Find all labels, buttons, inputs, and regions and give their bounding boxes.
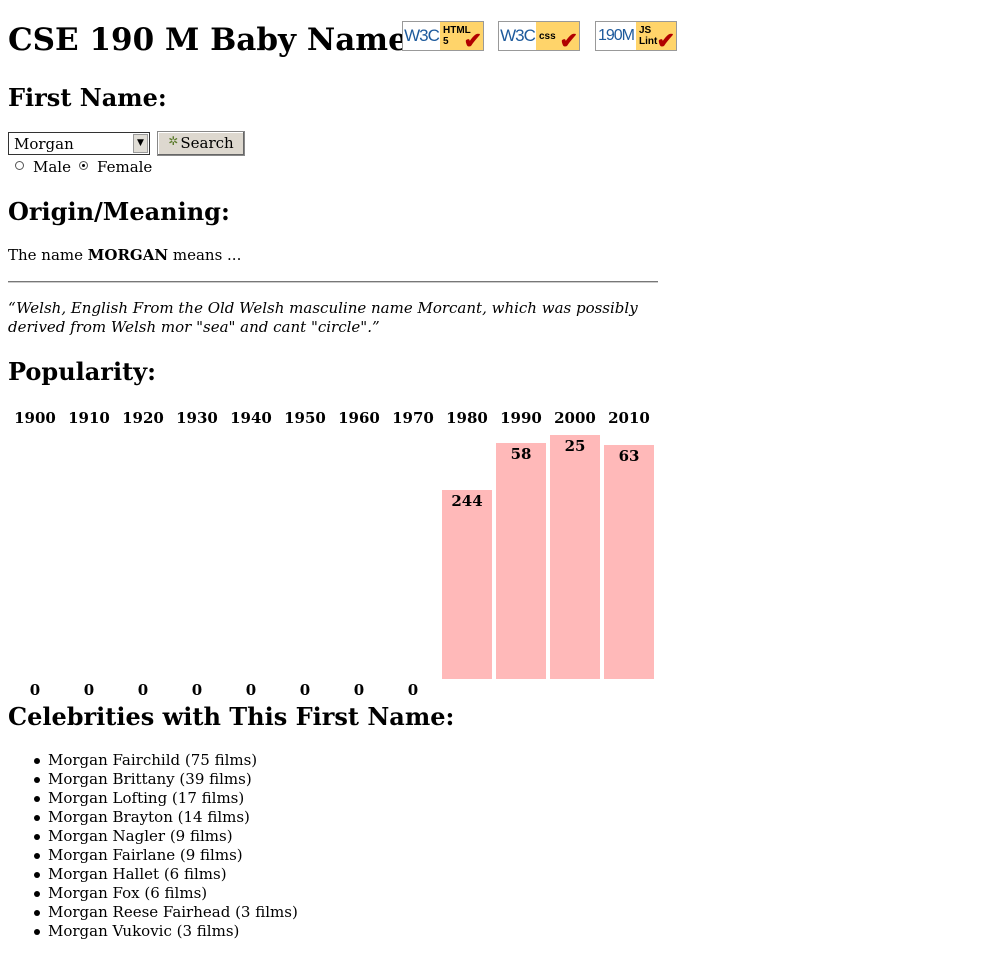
celebrity-item: Morgan Brayton (14 films) — [34, 808, 298, 827]
year-label: 1930 — [176, 409, 218, 427]
name-select[interactable]: Morgan ▼ — [8, 132, 150, 155]
bar-value-label: 25 — [564, 437, 586, 455]
celebrity-item: Morgan Fairlane (9 films) — [34, 846, 298, 865]
meaning-quote: “Welsh, English From the Old Welsh mascu… — [8, 299, 638, 336]
celebrity-item: Morgan Vukovic (3 films) — [34, 922, 298, 941]
year-label: 2000 — [554, 409, 596, 427]
bar-value-label: 58 — [510, 445, 532, 463]
male-radio[interactable] — [15, 161, 24, 170]
meaning-name: MORGAN — [87, 246, 169, 264]
chevron-down-icon[interactable]: ▼ — [133, 134, 148, 153]
name-select-value: Morgan — [14, 135, 74, 153]
meaning-prefix: The name — [8, 246, 88, 264]
year-label: 1910 — [68, 409, 110, 427]
celebrity-item: Morgan Nagler (9 films) — [34, 827, 298, 846]
bar-value-label: 244 — [451, 492, 483, 510]
cse190m-logo-icon: 190M — [597, 27, 635, 44]
bar-value-label: 0 — [29, 681, 41, 699]
popularity-bar — [550, 435, 600, 679]
checkmark-icon: ✔ — [463, 28, 482, 51]
popularity-bar — [604, 445, 654, 679]
bar-value-label: 0 — [353, 681, 365, 699]
year-label: 1970 — [392, 409, 434, 427]
checkmark-icon: ✔ — [656, 28, 675, 51]
meaning-suffix: means ... — [168, 246, 242, 264]
popularity-heading: Popularity: — [8, 357, 156, 386]
bar-value-label: 0 — [299, 681, 311, 699]
search-button-label: Search — [180, 134, 234, 152]
celebrities-list: Morgan Fairchild (75 films) Morgan Britta… — [34, 751, 298, 941]
year-label: 1900 — [14, 409, 56, 427]
w3c-logo-icon: W3C — [500, 26, 536, 45]
female-radio[interactable] — [79, 161, 88, 170]
bar-value-label: 0 — [245, 681, 257, 699]
popularity-bar — [442, 490, 492, 679]
celebrity-item: Morgan Hallet (6 films) — [34, 865, 298, 884]
meaning-intro: The name MORGAN means ... — [8, 246, 241, 265]
bar-value-label: 63 — [618, 447, 640, 465]
year-label: 1980 — [446, 409, 488, 427]
celebrity-item: Morgan Lofting (17 films) — [34, 789, 298, 808]
celebrity-item: Morgan Brittany (39 films) — [34, 770, 298, 789]
jslint-badge[interactable]: 190M JS Lint ✔ — [595, 21, 677, 51]
year-label: 2010 — [608, 409, 650, 427]
meaning-heading: Origin/Meaning: — [8, 197, 230, 226]
celebrity-item: Morgan Reese Fairhead (3 films) — [34, 903, 298, 921]
checkmark-icon: ✔ — [559, 28, 578, 51]
male-label: Male — [33, 158, 71, 176]
html5-validator-badge[interactable]: W3C HTML 5 ✔ — [402, 21, 484, 51]
celebrity-item: Morgan Fox (6 films) — [34, 884, 298, 903]
year-label: 1950 — [284, 409, 326, 427]
css-validator-badge[interactable]: W3C css ✔ — [498, 21, 580, 51]
jslint-badge-text: JS Lint — [639, 25, 658, 47]
first-name-heading: First Name: — [8, 83, 167, 112]
bar-value-label: 0 — [407, 681, 419, 699]
bar-value-label: 0 — [83, 681, 95, 699]
css-badge-text: css — [539, 31, 556, 42]
female-label: Female — [97, 158, 153, 176]
celebrity-item: Morgan Fairchild (75 films) — [34, 751, 298, 770]
divider — [8, 281, 658, 283]
page-title: CSE 190 M Baby Names — [8, 22, 426, 58]
bar-value-label: 0 — [191, 681, 203, 699]
search-icon: ✲ — [168, 134, 179, 148]
w3c-logo-icon: W3C — [404, 26, 440, 45]
search-button[interactable]: ✲ Search — [157, 131, 245, 156]
popularity-bar — [496, 443, 546, 679]
year-label: 1990 — [500, 409, 542, 427]
year-label: 1920 — [122, 409, 164, 427]
year-label: 1960 — [338, 409, 380, 427]
bar-value-label: 0 — [137, 681, 149, 699]
year-label: 1940 — [230, 409, 272, 427]
popularity-chart: 1900 0 1910 0 1920 0 1930 0 1940 0 1950 0 1960 0 1970 0… — [8, 405, 658, 700]
celebrities-heading: Celebrities with This First Name: — [8, 702, 455, 731]
